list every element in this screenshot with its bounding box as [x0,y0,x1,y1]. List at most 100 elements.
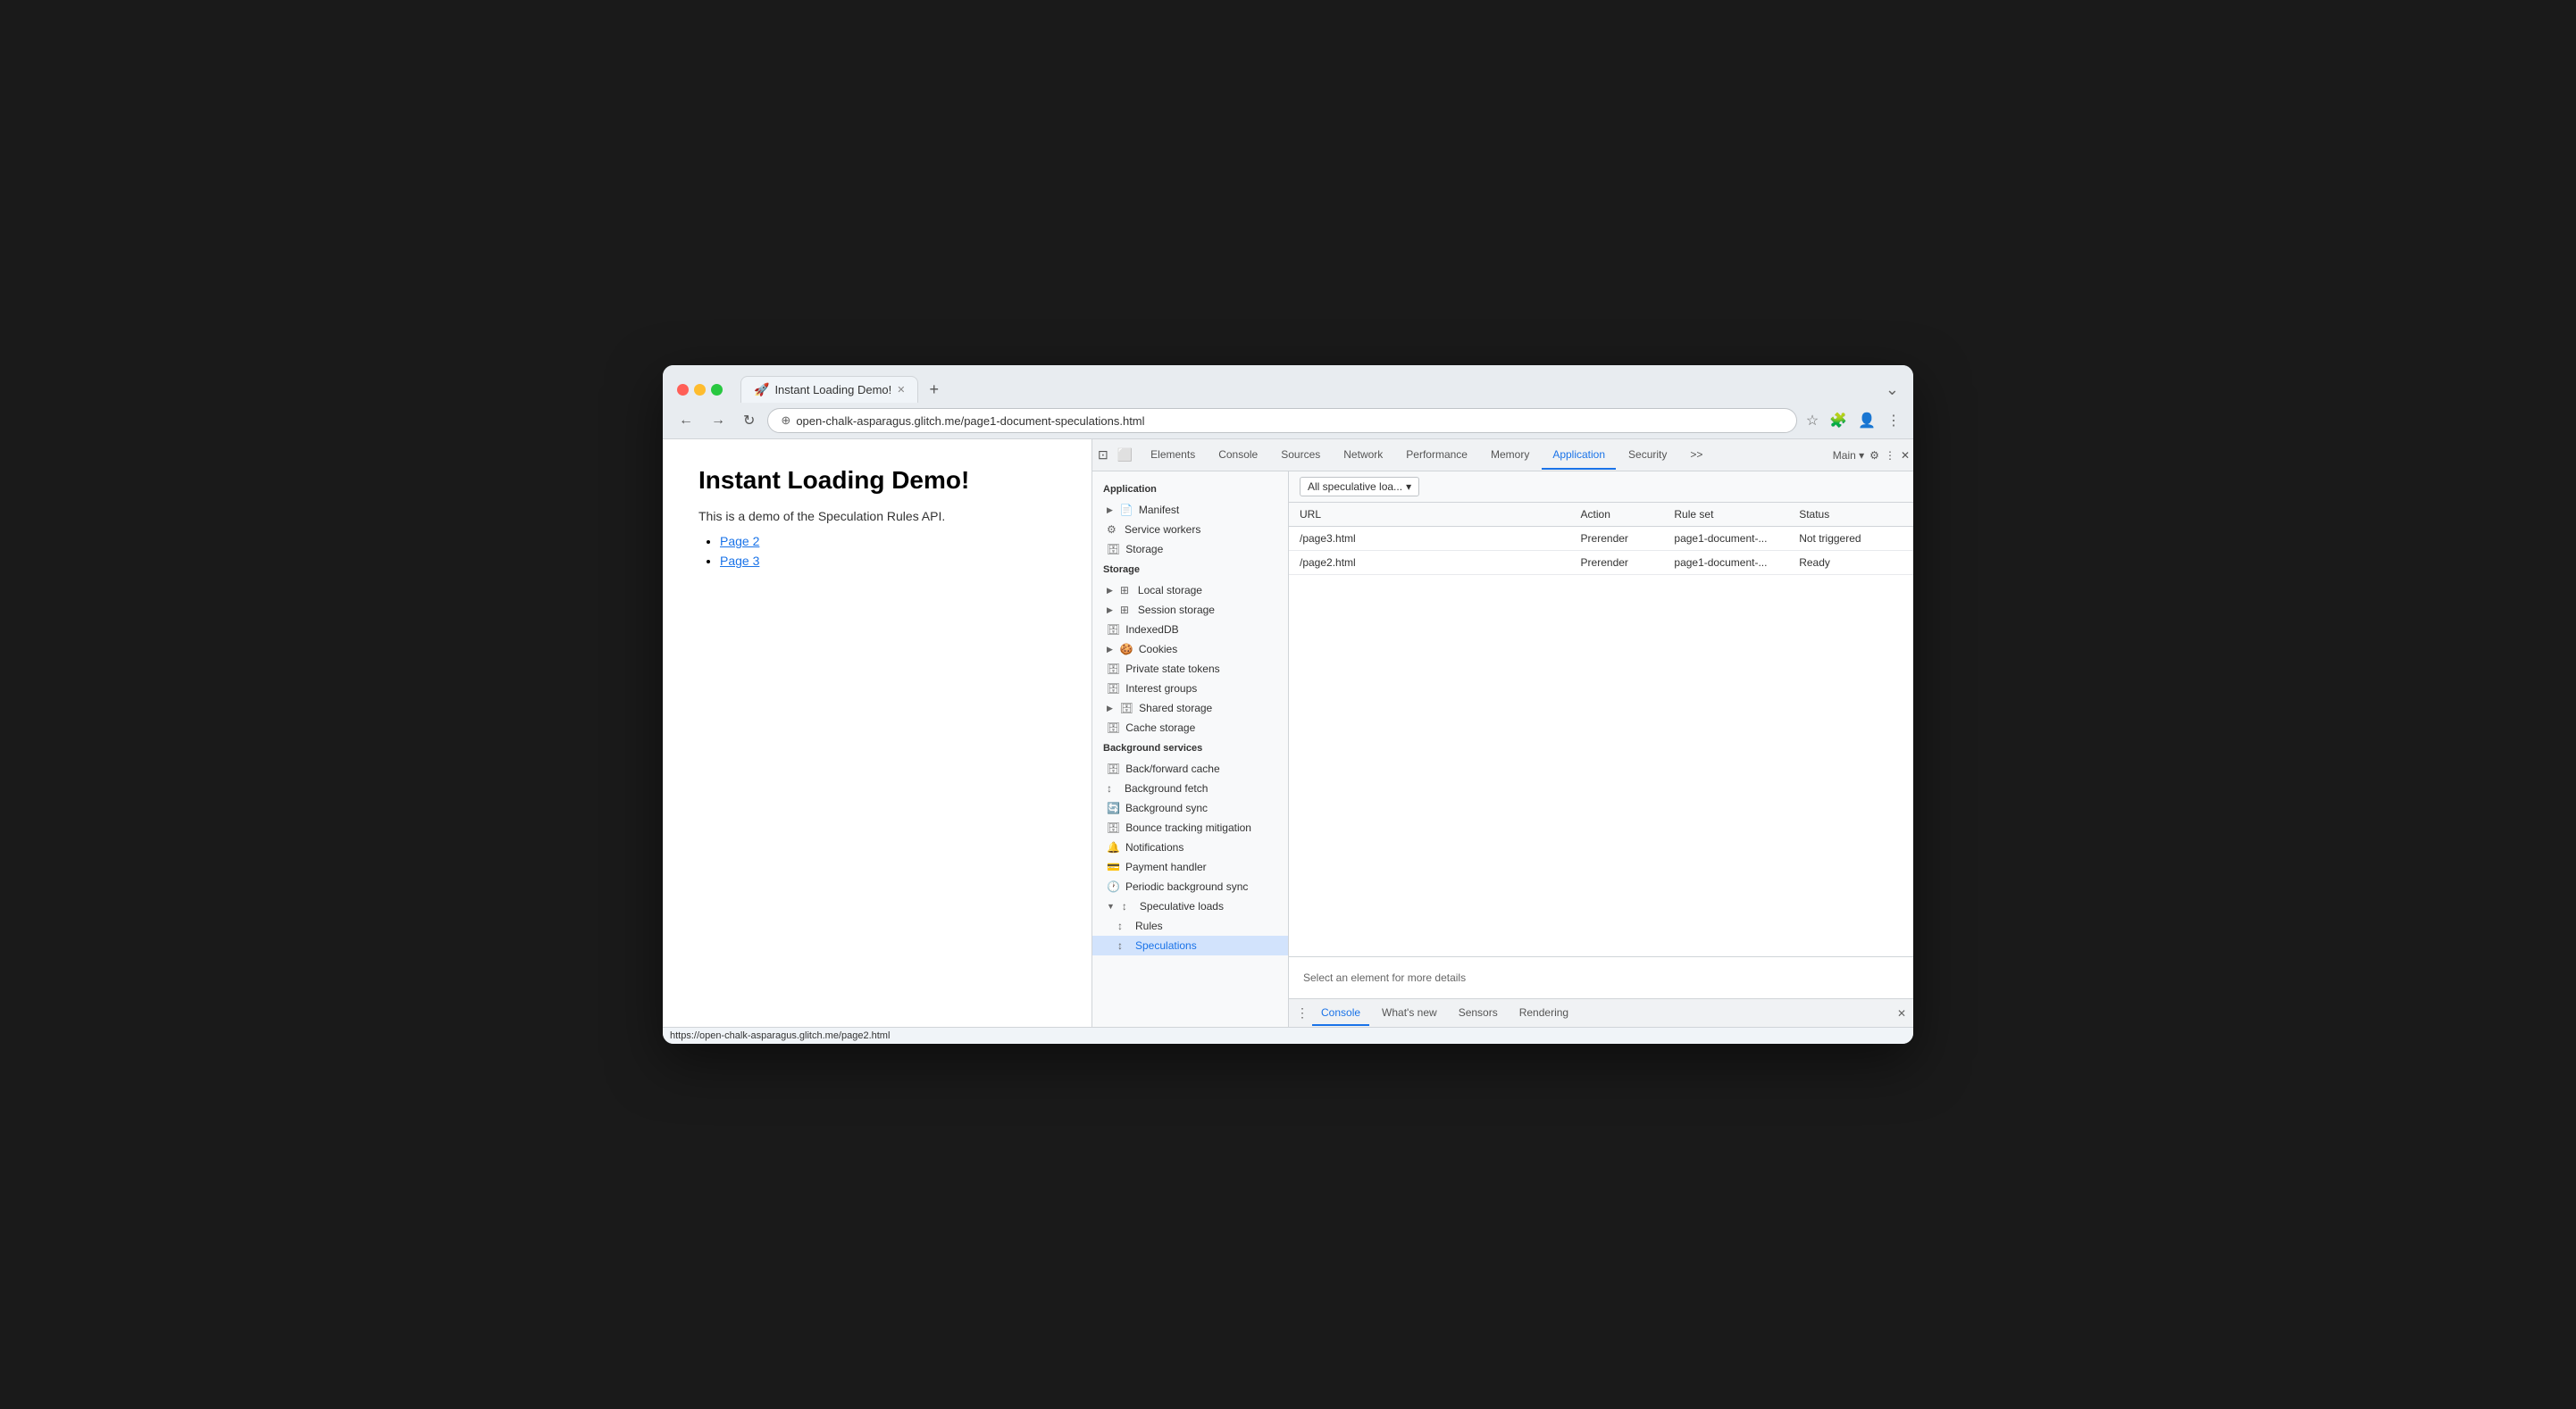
session-storage-arrow: ▶ [1107,605,1113,615]
background-sync-icon: 🔄 [1107,802,1120,814]
sidebar-item-back-forward-cache[interactable]: 🗄 Back/forward cache [1092,759,1288,779]
page-heading: Instant Loading Demo! [698,466,1056,495]
back-button[interactable]: ← [673,411,698,430]
list-item: Page 2 [720,534,1056,550]
devtools-body: Application ▶ 📄 Manifest ⚙ Service worke… [1092,471,1913,1027]
session-storage-icon: ⊞ [1120,604,1133,616]
sidebar-label-session-storage: Session storage [1138,604,1215,616]
sidebar-item-private-state-tokens[interactable]: 🗄 Private state tokens [1092,659,1288,679]
console-close-icon[interactable]: ✕ [1897,1007,1906,1020]
main-area: Instant Loading Demo! This is a demo of … [663,439,1913,1027]
devtools-more-icon[interactable]: ⋮ [1885,449,1895,462]
filter-label: All speculative loa... [1308,480,1402,493]
tab-close-button[interactable]: ✕ [897,384,905,396]
filter-dropdown[interactable]: All speculative loa... ▾ [1300,477,1419,496]
webpage-content: Instant Loading Demo! This is a demo of … [663,439,1091,1027]
new-tab-button[interactable]: + [922,377,946,403]
console-tab-rendering[interactable]: Rendering [1510,1001,1577,1026]
window-more-options[interactable]: ⌄ [1886,380,1899,399]
local-storage-icon: ⊞ [1120,584,1133,596]
console-bar-menu-icon[interactable]: ⋮ [1296,1005,1309,1021]
tab-performance[interactable]: Performance [1395,441,1478,470]
sidebar-item-speculative-loads[interactable]: ▼ ↕ Speculative loads [1092,896,1288,916]
sidebar-item-speculations[interactable]: ↕ Speculations [1092,936,1288,955]
payment-handler-icon: 💳 [1107,861,1120,873]
context-selector[interactable]: Main ▾ [1833,449,1864,462]
console-tab-whats-new[interactable]: What's new [1373,1001,1446,1026]
maximize-button[interactable] [711,384,723,396]
sidebar-item-bounce-tracking[interactable]: 🗄 Bounce tracking mitigation [1092,818,1288,838]
application-section-header: Application [1092,479,1288,500]
reload-button[interactable]: ↻ [738,410,760,431]
nav-bar: ← → ↻ ⊕ open-chalk-asparagus.glitch.me/p… [663,403,1913,439]
sidebar-item-storage-main[interactable]: 🗄 Storage [1092,539,1288,559]
sidebar-item-periodic-bg-sync[interactable]: 🕐 Periodic background sync [1092,877,1288,896]
periodic-bg-sync-icon: 🕐 [1107,880,1120,893]
speculations-icon: ↕ [1117,939,1130,952]
close-button[interactable] [677,384,689,396]
tab-more[interactable]: >> [1679,441,1713,470]
tab-elements[interactable]: Elements [1140,441,1206,470]
sidebar-item-background-sync[interactable]: 🔄 Background sync [1092,798,1288,818]
sidebar-item-interest-groups[interactable]: 🗄 Interest groups [1092,679,1288,698]
sidebar-label-back-forward-cache: Back/forward cache [1125,763,1219,775]
console-tab-console[interactable]: Console [1312,1001,1369,1026]
settings-icon[interactable]: ⚙ [1869,449,1879,462]
page-links: Page 2 Page 3 [720,534,1056,570]
sidebar-item-manifest[interactable]: ▶ 📄 Manifest [1092,500,1288,520]
interest-groups-icon: 🗄 [1107,682,1120,695]
console-tab-sensors[interactable]: Sensors [1450,1001,1507,1026]
sidebar-item-session-storage[interactable]: ▶ ⊞ Session storage [1092,600,1288,620]
table-row[interactable]: /page2.html Prerender page1-document-...… [1289,551,1913,575]
sidebar-label-background-fetch: Background fetch [1125,782,1208,795]
status-bar: https://open-chalk-asparagus.glitch.me/p… [663,1027,1913,1044]
indexeddb-icon: 🗄 [1107,623,1120,636]
bookmark-icon[interactable]: ☆ [1804,410,1820,431]
account-icon[interactable]: 👤 [1856,410,1878,431]
status-url: https://open-chalk-asparagus.glitch.me/p… [670,1030,890,1041]
inspect-element-icon[interactable]: ⊡ [1096,446,1110,464]
manifest-icon: 📄 [1120,504,1133,516]
panel-content: URL Action Rule set Status /page3.html P… [1289,503,1913,998]
tab-console[interactable]: Console [1208,441,1268,470]
tab-application[interactable]: Application [1542,441,1616,470]
col-header-ruleset: Rule set [1663,503,1788,527]
notifications-icon: 🔔 [1107,841,1120,854]
devtools-close-icon[interactable]: ✕ [1901,449,1910,462]
dropdown-arrow-icon: ▾ [1406,480,1411,493]
sidebar-item-rules[interactable]: ↕ Rules [1092,916,1288,936]
background-services-header: Background services [1092,738,1288,759]
sidebar-label-private-state-tokens: Private state tokens [1125,663,1219,675]
page2-link[interactable]: Page 2 [720,534,759,548]
sidebar-item-notifications[interactable]: 🔔 Notifications [1092,838,1288,857]
tab-security[interactable]: Security [1618,441,1677,470]
sidebar-label-manifest: Manifest [1139,504,1179,516]
sidebar-item-cookies[interactable]: ▶ 🍪 Cookies [1092,639,1288,659]
forward-button[interactable]: → [706,411,731,430]
tab-network[interactable]: Network [1333,441,1393,470]
menu-icon[interactable]: ⋮ [1885,410,1903,431]
address-bar[interactable]: ⊕ open-chalk-asparagus.glitch.me/page1-d… [767,408,1796,433]
sidebar-item-shared-storage[interactable]: ▶ 🗄 Shared storage [1092,698,1288,718]
tab-memory[interactable]: Memory [1480,441,1540,470]
shared-storage-icon: 🗄 [1120,702,1133,714]
page3-link[interactable]: Page 3 [720,554,759,568]
sidebar-item-local-storage[interactable]: ▶ ⊞ Local storage [1092,580,1288,600]
device-toolbar-icon[interactable]: ⬜ [1116,446,1134,464]
sidebar-item-payment-handler[interactable]: 💳 Payment handler [1092,857,1288,877]
sidebar-item-cache-storage[interactable]: 🗄 Cache storage [1092,718,1288,738]
browser-tab[interactable]: 🚀 Instant Loading Demo! ✕ [740,376,918,403]
extensions-icon[interactable]: 🧩 [1827,410,1849,431]
sidebar-item-background-fetch[interactable]: ↕ Background fetch [1092,779,1288,798]
sidebar-item-indexeddb[interactable]: 🗄 IndexedDB [1092,620,1288,639]
cell-status: Not triggered [1788,527,1913,551]
page-description: This is a demo of the Speculation Rules … [698,509,1056,523]
sidebar-label-periodic-bg-sync: Periodic background sync [1125,880,1248,893]
tab-sources[interactable]: Sources [1270,441,1331,470]
tab-bar: 🚀 Instant Loading Demo! ✕ + [740,376,1875,403]
minimize-button[interactable] [694,384,706,396]
cell-ruleset: page1-document-... [1663,527,1788,551]
sidebar-item-service-workers[interactable]: ⚙ Service workers [1092,520,1288,539]
table-row[interactable]: /page3.html Prerender page1-document-...… [1289,527,1913,551]
cookies-icon: 🍪 [1120,643,1133,655]
